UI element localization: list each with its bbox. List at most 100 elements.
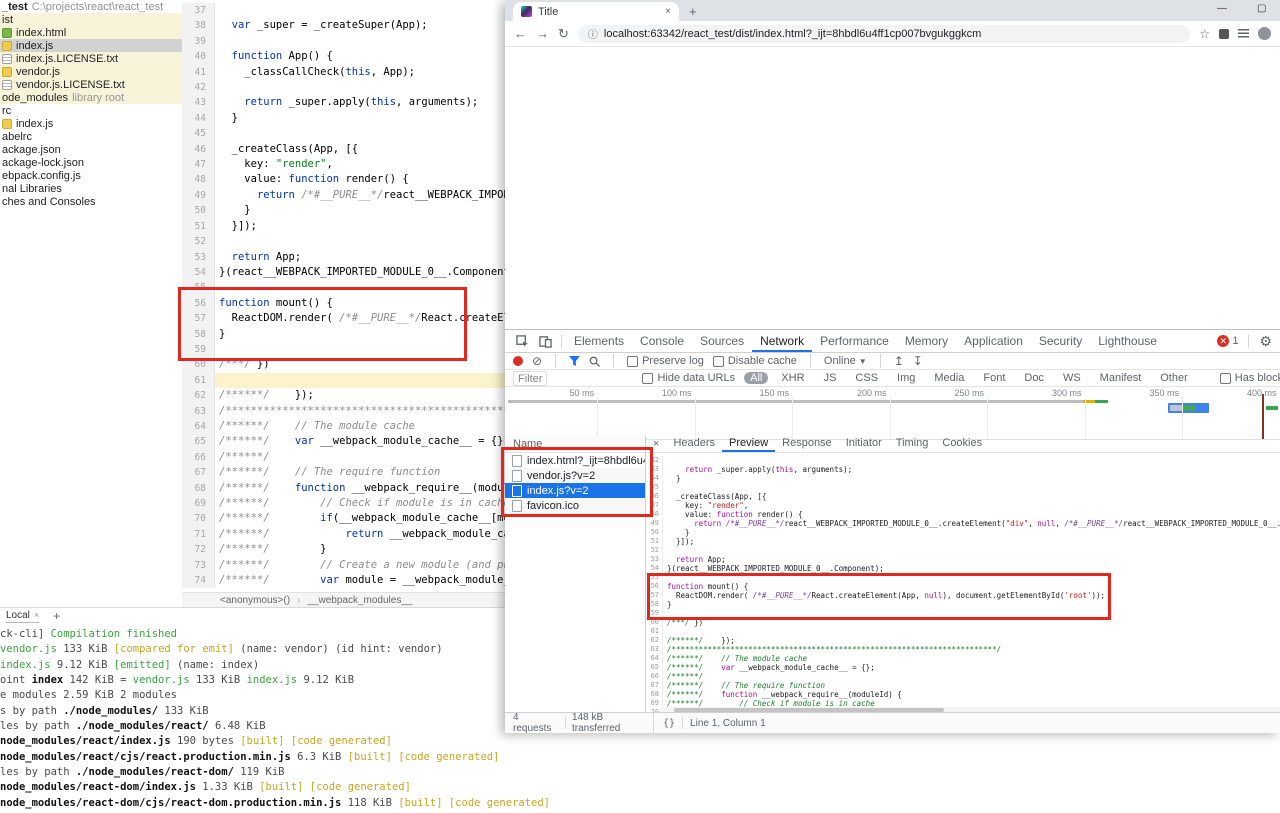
reload-button[interactable]: ↻ xyxy=(558,26,569,42)
browser-tab[interactable]: Title × xyxy=(513,2,679,21)
tree-item[interactable]: ches and Consoles xyxy=(0,195,182,208)
throttling-dropdown[interactable]: Online ▼ xyxy=(824,355,867,367)
detail-tab-response[interactable]: Response xyxy=(775,436,839,452)
request-list-header[interactable]: Name xyxy=(505,436,645,453)
tree-item-project-root[interactable]: _test C:\projects\react\react_test xyxy=(0,0,182,13)
devtools-tab-network[interactable]: Network xyxy=(752,330,813,352)
reading-list-icon[interactable] xyxy=(1238,29,1249,38)
terminal-tab-local[interactable]: Local × xyxy=(6,608,40,624)
record-button[interactable] xyxy=(513,356,523,366)
devtools-tab-elements[interactable]: Elements xyxy=(566,330,632,352)
preserve-log-checkbox[interactable]: Preserve log xyxy=(627,355,704,367)
breadcrumb-anonymous[interactable]: <anonymous>() xyxy=(220,595,290,606)
tree-item[interactable]: ebpack.config.js xyxy=(0,169,182,182)
devtools-tab-sources[interactable]: Sources xyxy=(692,330,752,352)
tree-item[interactable]: ackage-lock.json xyxy=(0,156,182,169)
filter-chip-ws[interactable]: WS xyxy=(1057,372,1087,384)
filter-icon[interactable] xyxy=(569,356,581,366)
tree-item[interactable]: index.html xyxy=(0,26,182,39)
export-har-icon[interactable]: ↧ xyxy=(913,354,923,368)
timeline-tick-label: 250 ms xyxy=(954,388,984,398)
close-icon[interactable]: × xyxy=(34,610,39,620)
filter-chip-css[interactable]: CSS xyxy=(849,372,884,384)
breadcrumb-webpack-modules[interactable]: __webpack_modules__ xyxy=(307,595,412,606)
devtools-tab-memory[interactable]: Memory xyxy=(897,330,956,352)
extension-icon[interactable] xyxy=(1219,28,1229,39)
tree-item-label: ebpack.config.js xyxy=(2,169,81,182)
back-button[interactable]: ← xyxy=(514,26,527,41)
close-detail-icon[interactable]: × xyxy=(646,438,666,450)
code-token: /*#__PURE__*/ xyxy=(725,519,785,528)
format-code-button[interactable]: {} xyxy=(663,718,675,729)
new-terminal-button[interactable]: + xyxy=(53,609,60,623)
filter-chip-manifest[interactable]: Manifest xyxy=(1094,372,1148,384)
import-har-icon[interactable]: ↥ xyxy=(894,354,904,368)
has-blocked-cookies-checkbox[interactable]: Has blocked cookies xyxy=(1219,372,1280,384)
address-bar[interactable]: ⓘ localhost:63342/react_test/dist/index.… xyxy=(577,24,1191,43)
code-token: )); xyxy=(1091,591,1106,600)
devtools-tab-console[interactable]: Console xyxy=(632,330,692,352)
filter-input[interactable]: Filter xyxy=(513,370,548,386)
filter-chip-doc[interactable]: Doc xyxy=(1018,372,1050,384)
tab-close-icon[interactable]: × xyxy=(665,6,671,17)
search-icon[interactable] xyxy=(589,356,601,367)
tree-item[interactable]: vendor.js.LICENSE.txt xyxy=(0,78,182,91)
filter-chip-xhr[interactable]: XHR xyxy=(775,372,810,384)
clear-button[interactable]: ⊘ xyxy=(532,354,542,368)
code-token: s by path xyxy=(0,704,64,717)
terminal-line: node_modules/react/cjs/react.production.… xyxy=(0,750,1280,765)
devtools-tab-security[interactable]: Security xyxy=(1031,330,1090,352)
settings-gear-icon[interactable]: ⚙ xyxy=(1259,333,1272,350)
tree-item[interactable]: index.js.LICENSE.txt xyxy=(0,52,182,65)
disable-cache-checkbox[interactable]: Disable cache xyxy=(712,355,797,367)
request-row[interactable]: index.js?v=2 xyxy=(505,483,645,498)
code-token: ReactDOM.render( xyxy=(667,591,753,600)
detail-tab-headers[interactable]: Headers xyxy=(666,436,722,452)
devtools-tab-performance[interactable]: Performance xyxy=(812,330,897,352)
request-row[interactable]: index.html?_ijt=8hbdl6u4ff1cp... xyxy=(505,453,645,468)
filter-chip-all[interactable]: All xyxy=(744,372,769,384)
tree-item[interactable]: ode_modules library root xyxy=(0,91,182,104)
network-overview-timeline[interactable]: 50 ms 100 ms 150 ms 200 ms 250 ms 300 ms 350 m… xyxy=(505,387,1280,440)
detail-tab-cookies[interactable]: Cookies xyxy=(935,436,989,452)
tree-item[interactable]: nal Libraries xyxy=(0,182,182,195)
devtools-tab-lighthouse[interactable]: Lighthouse xyxy=(1090,330,1165,352)
preview-code[interactable]: 42 43 return _super.apply(this, arguments… xyxy=(646,453,1280,713)
tree-item[interactable]: index.js xyxy=(0,117,182,130)
new-tab-button[interactable]: + xyxy=(689,4,697,21)
line-number: 45 xyxy=(182,126,215,142)
request-row[interactable]: vendor.js?v=2 xyxy=(505,468,645,483)
tree-item[interactable]: rc xyxy=(0,104,182,117)
tree-item[interactable]: vendor.js xyxy=(0,65,182,78)
filter-chip-media[interactable]: Media xyxy=(928,372,970,384)
request-row[interactable]: favicon.ico xyxy=(505,498,645,513)
minimize-button[interactable]: — xyxy=(1217,3,1227,14)
detail-tab-timing[interactable]: Timing xyxy=(889,436,936,452)
tree-item[interactable]: ackage.json xyxy=(0,143,182,156)
filter-chip-font[interactable]: Font xyxy=(977,372,1011,384)
tree-item-label: vendor.js xyxy=(16,65,61,78)
code-text: } xyxy=(663,528,690,537)
code-text: /******/ // The module cache xyxy=(663,654,807,663)
project-tree[interactable]: _test C:\projects\react\react_test ist ind… xyxy=(0,0,183,607)
filter-chip-other[interactable]: Other xyxy=(1154,372,1194,384)
tree-item[interactable]: ist xyxy=(0,13,182,26)
maximize-button[interactable]: ▢ xyxy=(1257,3,1266,14)
bookmark-star-icon[interactable]: ☆ xyxy=(1199,27,1210,41)
filter-chip-img[interactable]: Img xyxy=(891,372,921,384)
error-badge[interactable]: ✕ 1 xyxy=(1217,335,1238,347)
detail-tab-initiator[interactable]: Initiator xyxy=(839,436,889,452)
code-text: /***/ }) xyxy=(663,618,703,627)
filter-chip-js[interactable]: JS xyxy=(818,372,843,384)
devtools-tab-application[interactable]: Application xyxy=(956,330,1031,352)
tree-item[interactable]: index.js xyxy=(0,39,182,52)
tree-item[interactable]: abelrc xyxy=(0,130,182,143)
forward-button[interactable]: → xyxy=(536,26,549,41)
inspect-element-icon[interactable] xyxy=(516,334,529,348)
device-toolbar-icon[interactable] xyxy=(539,335,552,348)
hide-data-urls-checkbox[interactable]: Hide data URLs xyxy=(642,372,735,384)
page-info-icon[interactable]: ⓘ xyxy=(588,26,598,41)
detail-tab-preview[interactable]: Preview xyxy=(722,436,776,452)
code-token: 'root' xyxy=(1064,591,1092,600)
profile-avatar[interactable] xyxy=(1258,27,1271,40)
